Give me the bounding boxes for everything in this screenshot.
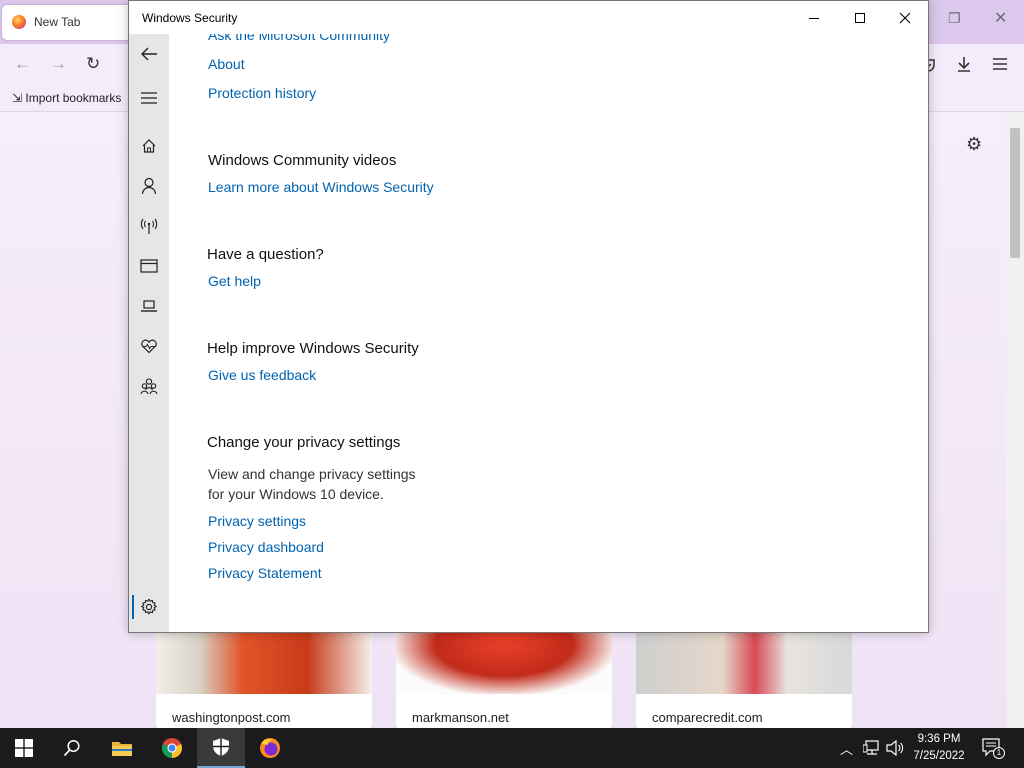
- clock-time: 9:36 PM: [917, 733, 961, 745]
- about-link[interactable]: About: [208, 56, 245, 72]
- firefox-favicon-icon: [12, 15, 26, 29]
- volume-icon[interactable]: [886, 740, 904, 756]
- tile-thumbnail: [156, 632, 372, 694]
- show-hidden-icons-chevron-icon[interactable]: ︿: [840, 739, 853, 758]
- nav-account-protection[interactable]: [129, 170, 169, 202]
- get-help-link[interactable]: Get help: [208, 273, 261, 289]
- browser-close-icon[interactable]: ✕: [994, 8, 1007, 28]
- windows-taskbar: ︿ 9:36 PM 7/25/2022 1: [0, 728, 1024, 768]
- import-bookmarks-label: Import bookmarks: [25, 91, 122, 105]
- navigation-sidebar: [129, 34, 169, 632]
- window-title: Windows Security: [142, 11, 238, 25]
- close-button[interactable]: [882, 1, 928, 34]
- privacy-description-line-1: View and change privacy settings: [208, 466, 416, 482]
- new-tab-settings-gear-icon[interactable]: ⚙: [966, 134, 982, 155]
- start-button[interactable]: [0, 728, 48, 768]
- nav-home[interactable]: [129, 130, 169, 162]
- folder-icon: [112, 742, 132, 756]
- person-icon: [141, 177, 157, 195]
- give-feedback-link[interactable]: Give us feedback: [208, 367, 316, 383]
- back-button[interactable]: [129, 38, 169, 70]
- shield-icon: [213, 738, 229, 756]
- privacy-settings-heading: Change your privacy settings: [207, 434, 401, 451]
- chrome-icon: [161, 738, 183, 759]
- minimize-icon: [809, 17, 819, 19]
- app-window-icon: [140, 259, 158, 273]
- download-icon[interactable]: [955, 55, 973, 73]
- ask-community-link[interactable]: Ask the Microsoft Community: [208, 34, 390, 43]
- back-arrow-icon: [141, 47, 157, 61]
- privacy-statement-link[interactable]: Privacy Statement: [208, 565, 322, 581]
- privacy-settings-link[interactable]: Privacy settings: [208, 513, 306, 529]
- taskbar-file-explorer[interactable]: [98, 728, 146, 768]
- network-icon[interactable]: [863, 740, 880, 756]
- nav-settings[interactable]: [129, 591, 169, 623]
- protection-history-link[interactable]: Protection history: [208, 85, 316, 101]
- tile-label: markmanson.net: [412, 710, 509, 725]
- browser-tab-new-tab[interactable]: New Tab: [2, 5, 140, 40]
- nav-family-options[interactable]: [129, 370, 169, 402]
- search-icon: [63, 739, 80, 757]
- forward-arrow-icon[interactable]: →: [50, 54, 67, 74]
- laptop-icon: [141, 300, 157, 312]
- have-a-question-heading: Have a question?: [207, 246, 324, 263]
- taskbar-windows-security[interactable]: [197, 728, 245, 768]
- page-scrollbar[interactable]: [1006, 112, 1024, 728]
- minimize-button[interactable]: [791, 1, 837, 34]
- scrollbar-thumb[interactable]: [1010, 128, 1020, 258]
- community-videos-heading: Windows Community videos: [208, 152, 397, 169]
- privacy-dashboard-link[interactable]: Privacy dashboard: [208, 539, 324, 555]
- home-icon: [142, 139, 156, 153]
- heart-pulse-icon: [141, 339, 157, 354]
- tab-title: New Tab: [34, 15, 81, 29]
- top-site-tile[interactable]: comparecredit.com: [636, 632, 852, 728]
- windows-security-window: Windows Security Ask the Microsoft Commu…: [128, 0, 929, 633]
- top-site-tile[interactable]: washingtonpost.com: [156, 632, 372, 728]
- tile-label: comparecredit.com: [652, 710, 763, 725]
- tile-thumbnail: [396, 632, 612, 694]
- family-icon: [140, 378, 158, 395]
- nav-device-performance-health[interactable]: [129, 330, 169, 362]
- back-arrow-icon[interactable]: ←: [14, 54, 31, 74]
- learn-more-link[interactable]: Learn more about Windows Security: [208, 179, 434, 195]
- system-clock[interactable]: 9:36 PM 7/25/2022: [906, 731, 972, 765]
- action-center-button[interactable]: 1: [982, 738, 1005, 763]
- search-button[interactable]: [48, 728, 96, 768]
- browser-restore-icon[interactable]: ❐: [948, 10, 961, 27]
- maximize-button[interactable]: [837, 1, 883, 34]
- nav-firewall-network[interactable]: [129, 210, 169, 242]
- windows-logo-icon: [15, 739, 33, 757]
- wireless-antenna-icon: [140, 218, 158, 234]
- hamburger-icon: [141, 92, 157, 104]
- nav-app-browser-control[interactable]: [129, 250, 169, 282]
- import-bookmarks-link[interactable]: ⇲ Import bookmarks: [12, 91, 121, 105]
- taskbar-firefox[interactable]: [246, 728, 294, 768]
- window-title-bar[interactable]: Windows Security: [129, 1, 928, 34]
- tile-label: washingtonpost.com: [172, 710, 291, 725]
- close-icon: [899, 12, 911, 23]
- hamburger-menu-button[interactable]: [129, 82, 169, 114]
- gear-icon: [141, 598, 157, 615]
- clock-date: 7/25/2022: [913, 750, 965, 762]
- privacy-description-line-2: for your Windows 10 device.: [208, 486, 384, 502]
- nav-device-security[interactable]: [129, 290, 169, 322]
- firefox-icon: [260, 738, 280, 758]
- reload-icon[interactable]: ↻: [86, 54, 100, 74]
- settings-content: Ask the Microsoft Community About Protec…: [169, 34, 928, 632]
- help-improve-heading: Help improve Windows Security: [207, 340, 419, 357]
- top-site-tile[interactable]: markmanson.net: [396, 632, 612, 728]
- menu-hamburger-icon[interactable]: [992, 57, 1008, 71]
- taskbar-chrome[interactable]: [148, 728, 196, 768]
- notification-count-badge: 1: [993, 747, 1005, 759]
- tile-thumbnail: [636, 632, 852, 694]
- maximize-icon: [855, 12, 865, 23]
